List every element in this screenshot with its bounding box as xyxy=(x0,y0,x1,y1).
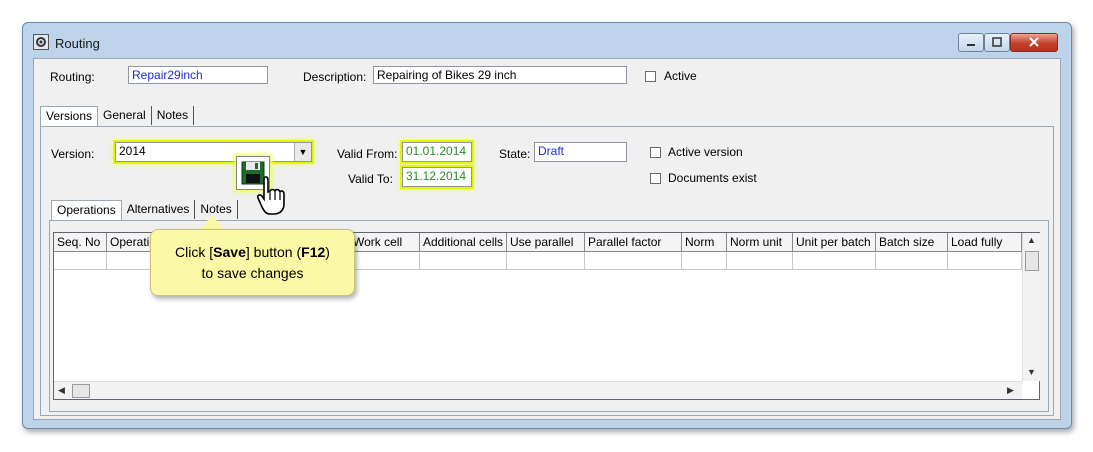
column-header[interactable]: Load fully xyxy=(948,233,1022,252)
grid-cell[interactable] xyxy=(727,252,793,270)
callout-line-2: to save changes xyxy=(201,265,304,281)
vertical-scroll-thumb[interactable] xyxy=(1025,251,1039,271)
grid-cell[interactable] xyxy=(350,252,420,270)
close-button[interactable] xyxy=(1010,33,1058,52)
version-label: Version: xyxy=(51,147,95,161)
scroll-down-icon[interactable]: ▼ xyxy=(1027,367,1036,377)
active-label: Active xyxy=(664,69,697,83)
description-input[interactable]: Repairing of Bikes 29 inch xyxy=(373,66,627,84)
main-tab-strip: Versions General Notes xyxy=(40,106,195,126)
window-title: Routing xyxy=(55,36,100,51)
maximize-icon xyxy=(992,37,1002,47)
minimize-button[interactable] xyxy=(958,33,984,52)
grid-cell[interactable] xyxy=(585,252,682,270)
scroll-up-icon[interactable]: ▲ xyxy=(1027,235,1036,245)
grid-cell[interactable] xyxy=(507,252,585,270)
scroll-left-icon[interactable]: ◀ xyxy=(58,385,65,396)
column-header[interactable]: Additional cells xyxy=(420,233,507,252)
tab-versions[interactable]: Versions xyxy=(40,106,99,126)
column-header[interactable]: Unit per batch xyxy=(793,233,876,252)
close-icon xyxy=(1029,37,1039,47)
state-label: State: xyxy=(499,147,531,161)
active-checkbox[interactable] xyxy=(645,71,656,82)
tab-notes[interactable]: Notes xyxy=(152,106,195,125)
maximize-button[interactable] xyxy=(984,33,1010,52)
scroll-right-icon[interactable]: ▶ xyxy=(1007,385,1014,396)
tooltip-callout: Click [Save] button (F12) to save change… xyxy=(150,229,355,296)
valid-from-label: Valid From: xyxy=(337,147,398,161)
version-select-value: 2014 xyxy=(119,144,146,158)
active-version-checkbox[interactable] xyxy=(650,147,661,158)
description-label: Description: xyxy=(303,70,367,84)
column-header[interactable]: Use parallel xyxy=(507,233,585,252)
grid-cell[interactable] xyxy=(793,252,876,270)
column-header[interactable]: Norm unit xyxy=(727,233,793,252)
column-header[interactable]: Seq. No xyxy=(54,233,107,252)
column-header[interactable]: Batch size xyxy=(876,233,948,252)
documents-exist-checkbox[interactable] xyxy=(650,173,661,184)
title-bar[interactable]: Routing xyxy=(23,23,1071,52)
grid-cell[interactable] xyxy=(420,252,507,270)
documents-exist-label: Documents exist xyxy=(668,171,757,185)
grid-cell[interactable] xyxy=(948,252,1022,270)
horizontal-scroll-thumb[interactable] xyxy=(72,384,90,398)
tab-operations[interactable]: Operations xyxy=(51,200,122,220)
gear-icon xyxy=(33,34,49,50)
active-version-label: Active version xyxy=(668,145,743,159)
state-input[interactable]: Draft xyxy=(534,142,627,162)
vertical-scrollbar[interactable]: ▲ ▼ xyxy=(1022,233,1040,381)
column-header[interactable]: Norm xyxy=(682,233,727,252)
version-select[interactable]: 2014 ▼ xyxy=(115,142,312,162)
minimize-icon xyxy=(967,44,975,46)
valid-to-input[interactable]: 31.12.2014 xyxy=(402,167,472,187)
horizontal-scrollbar[interactable]: ◀ ▶ xyxy=(54,381,1022,399)
tab-alternatives[interactable]: Alternatives xyxy=(122,200,196,219)
routing-label: Routing: xyxy=(50,70,95,84)
chevron-down-icon[interactable]: ▼ xyxy=(294,143,311,161)
column-header[interactable]: Parallel factor xyxy=(585,233,682,252)
column-header[interactable]: Work cell xyxy=(350,233,420,252)
valid-to-label: Valid To: xyxy=(348,172,393,186)
callout-line-1: Click [Save] button (F12) xyxy=(175,244,330,260)
grid-cell[interactable] xyxy=(876,252,948,270)
routing-input[interactable]: Repair29inch xyxy=(128,66,268,84)
valid-from-input[interactable]: 01.01.2014 xyxy=(402,142,472,162)
callout-pointer xyxy=(200,215,224,230)
tab-general[interactable]: General xyxy=(98,106,152,125)
grid-cell[interactable] xyxy=(682,252,727,270)
grid-cell[interactable] xyxy=(54,252,107,270)
hand-pointer-icon xyxy=(257,176,285,215)
